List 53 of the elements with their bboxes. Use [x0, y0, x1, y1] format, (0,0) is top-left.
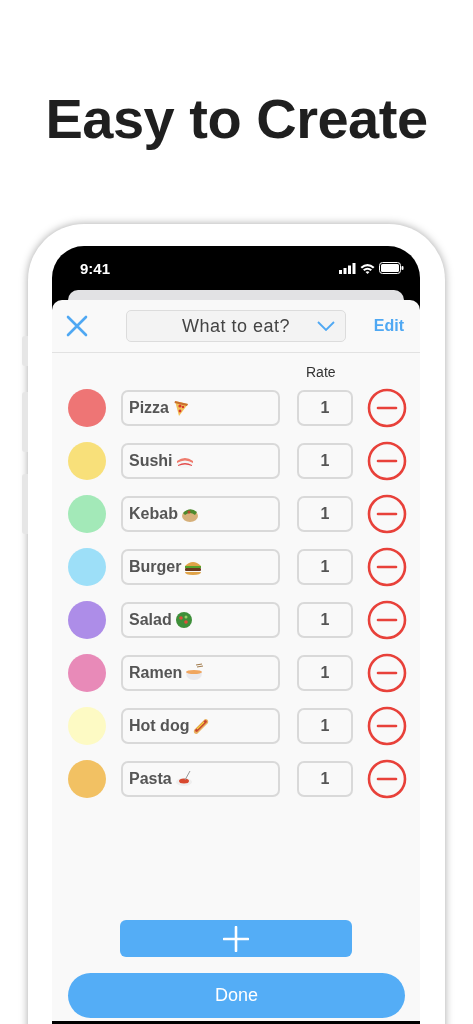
color-dot[interactable] — [68, 442, 106, 480]
name-field[interactable]: Sushi — [121, 443, 280, 479]
color-dot[interactable] — [68, 601, 106, 639]
rate-field[interactable]: 1 — [297, 496, 353, 532]
item-name: Hot dog — [129, 717, 190, 735]
remove-icon[interactable] — [367, 706, 407, 746]
close-icon[interactable] — [66, 315, 88, 337]
headline: Easy to Create — [44, 86, 429, 152]
salad-bowl-icon — [173, 610, 194, 630]
remove-icon[interactable] — [367, 759, 407, 799]
item-name: Ramen — [129, 664, 183, 682]
item-name: Pizza — [129, 399, 169, 417]
name-field[interactable]: Burger — [121, 549, 280, 585]
plus-icon — [223, 925, 249, 952]
color-dot[interactable] — [68, 495, 106, 533]
name-field[interactable]: Salad — [121, 602, 280, 638]
chevron-down-icon — [317, 321, 335, 331]
rate-field[interactable]: 1 — [297, 443, 353, 479]
remove-icon[interactable] — [367, 388, 407, 428]
rate-field[interactable]: 1 — [297, 549, 353, 585]
status-time: 9:41 — [80, 259, 111, 277]
rate-label: Rate — [306, 364, 336, 382]
item-name: Pasta — [129, 770, 172, 788]
wifi-icon — [360, 262, 375, 274]
pasta-plate-icon — [173, 769, 194, 789]
name-field[interactable]: Ramen — [121, 655, 280, 691]
name-field[interactable]: Hot dog — [121, 708, 280, 744]
color-dot[interactable] — [68, 760, 106, 798]
color-dot[interactable] — [68, 654, 106, 692]
remove-icon[interactable] — [367, 653, 407, 693]
remove-icon[interactable] — [367, 547, 407, 587]
list-dropdown[interactable]: What to eat? — [126, 310, 346, 342]
remove-icon[interactable] — [367, 600, 407, 640]
name-field[interactable]: Pizza — [121, 390, 280, 426]
color-dot[interactable] — [68, 548, 106, 586]
remove-icon[interactable] — [367, 441, 407, 481]
signal-icon — [339, 262, 356, 274]
color-dot[interactable] — [68, 389, 106, 427]
rate-field[interactable]: 1 — [297, 708, 353, 744]
item-name: Burger — [129, 558, 182, 576]
noodle-bowl-icon — [184, 663, 205, 683]
rate-field[interactable]: 1 — [297, 602, 353, 638]
item-name: Sushi — [129, 452, 173, 470]
rate-field[interactable]: 1 — [297, 761, 353, 797]
name-field[interactable]: Pasta — [121, 761, 280, 797]
rate-field[interactable]: 1 — [297, 655, 353, 691]
battery-icon — [379, 262, 404, 274]
remove-icon[interactable] — [367, 494, 407, 534]
name-field[interactable]: Kebab — [121, 496, 280, 532]
rate-field[interactable]: 1 — [297, 390, 353, 426]
item-name: Salad — [129, 611, 172, 629]
color-dot[interactable] — [68, 707, 106, 745]
item-name: Kebab — [129, 505, 178, 523]
